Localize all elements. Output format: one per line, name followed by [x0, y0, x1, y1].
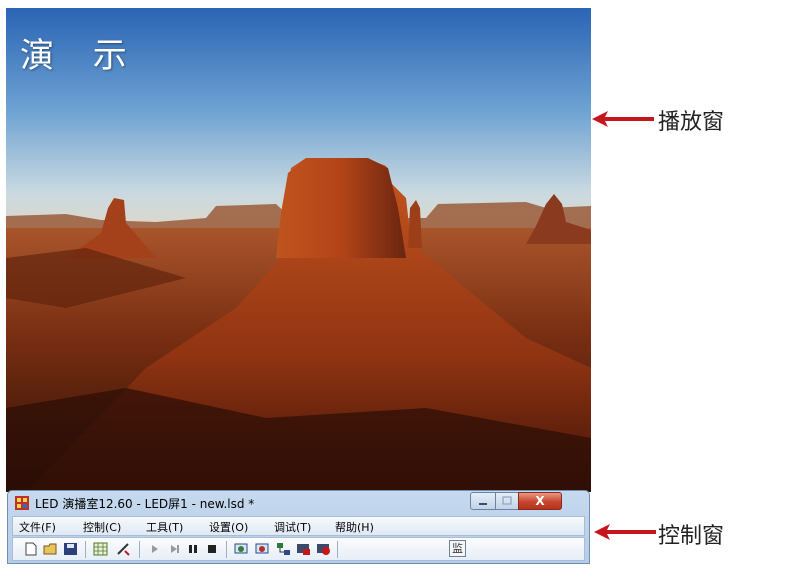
disconnect-icon[interactable]: [316, 542, 331, 556]
close-button[interactable]: X: [518, 492, 562, 510]
title-bar[interactable]: LED 演播室12.60 - LED屏1 - new.lsd * X: [8, 491, 589, 515]
app-icon: [15, 496, 29, 510]
playback-window: 演 示: [6, 8, 591, 492]
window-title: LED 演播室12.60 - LED屏1 - new.lsd *: [35, 497, 255, 511]
control-window: LED 演播室12.60 - LED屏1 - new.lsd * X 文件(F)…: [7, 490, 590, 564]
menu-settings[interactable]: 设置(O): [209, 519, 248, 535]
toolbar-separator: [139, 541, 140, 558]
close-icon: X: [535, 494, 545, 508]
monitor-button[interactable]: 监: [449, 540, 466, 557]
stop-icon[interactable]: [205, 542, 220, 556]
menu-control[interactable]: 控制(C): [83, 519, 121, 535]
menu-tools[interactable]: 工具(T): [146, 519, 183, 535]
arrow-left-icon: [594, 524, 656, 540]
grid-icon[interactable]: [93, 542, 108, 556]
play-icon[interactable]: [147, 542, 162, 556]
playback-overlay-title: 演 示: [20, 36, 141, 76]
screen-tool-2-icon[interactable]: [255, 542, 270, 556]
menu-debug[interactable]: 调试(T): [274, 519, 311, 535]
menu-bar: 文件(F) 控制(C) 工具(T) 设置(O) 调试(T) 帮助(H): [12, 516, 585, 536]
minimize-icon: [479, 503, 487, 505]
maximize-button[interactable]: [495, 492, 519, 510]
toolbar-separator: [85, 541, 86, 558]
open-folder-icon[interactable]: [43, 542, 58, 556]
edit-effect-icon[interactable]: [116, 542, 131, 556]
minimize-button[interactable]: [470, 492, 496, 510]
new-file-icon[interactable]: [23, 542, 38, 556]
menu-file[interactable]: 文件(F): [19, 519, 56, 535]
toolbar-separator: [337, 541, 338, 558]
send-icon[interactable]: [296, 542, 311, 556]
maximize-icon: [502, 496, 512, 505]
step-icon[interactable]: [167, 542, 182, 556]
desert-photo: [6, 8, 591, 492]
arrow-left-icon: [592, 111, 654, 127]
screen-tool-1-icon[interactable]: [234, 542, 249, 556]
toolbar: 监: [12, 537, 585, 561]
network-icon[interactable]: [276, 542, 291, 556]
pause-icon[interactable]: [186, 542, 201, 556]
save-icon[interactable]: [63, 542, 78, 556]
toolbar-separator: [226, 541, 227, 558]
playback-window-label: 播放窗: [658, 110, 725, 135]
menu-help[interactable]: 帮助(H): [335, 519, 374, 535]
control-window-label: 控制窗: [658, 524, 725, 549]
